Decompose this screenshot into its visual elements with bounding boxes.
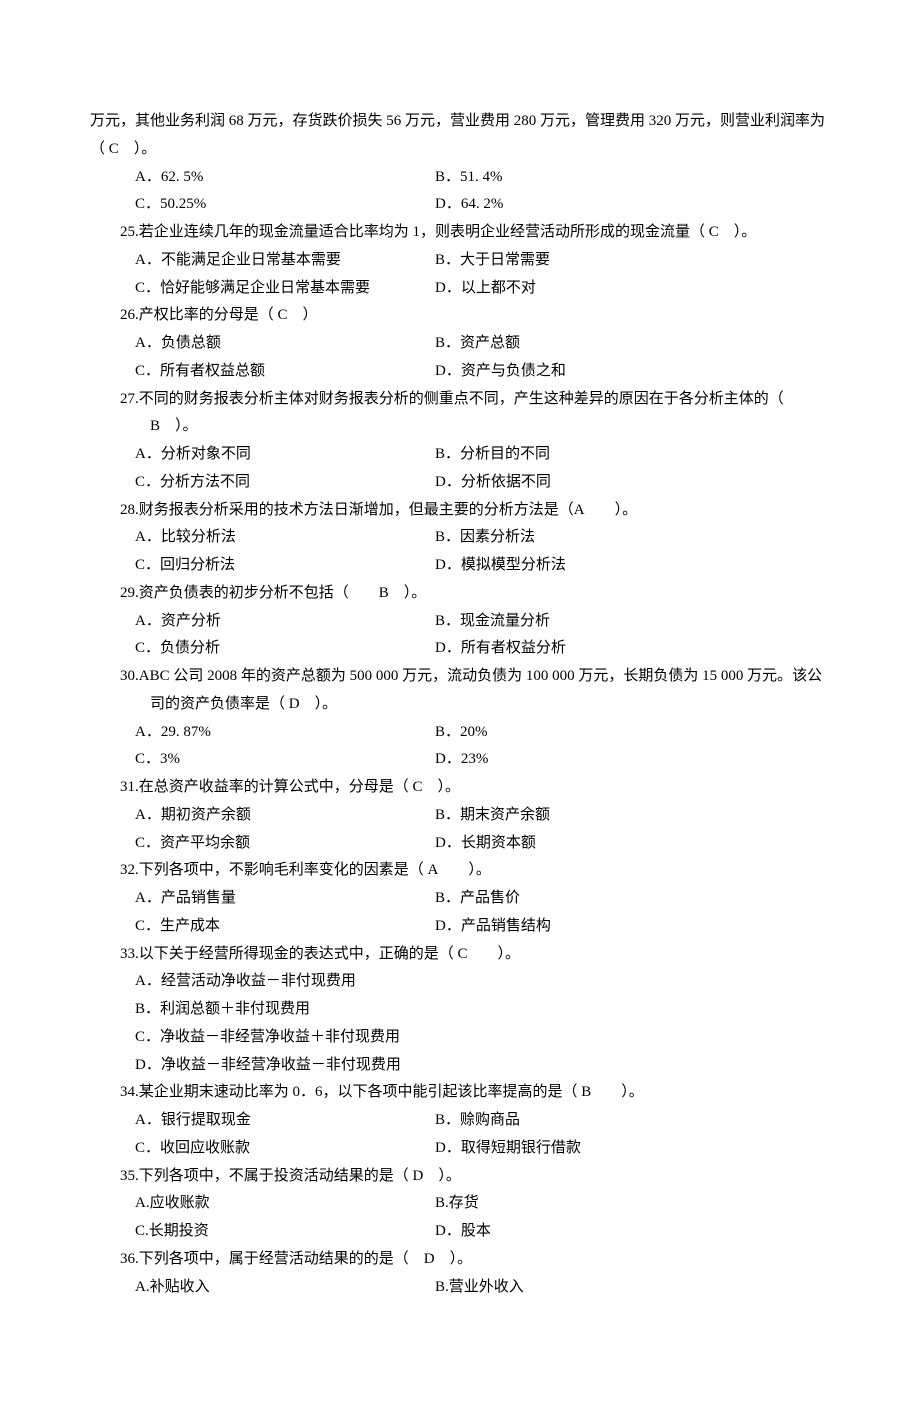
q35-optB: B.存货 <box>435 1190 830 1218</box>
q24-opts-row2: C．50.25% D．64. 2% <box>90 191 830 219</box>
q32-optA: A．产品销售量 <box>135 885 435 913</box>
q31-optA: A．期初资产余额 <box>135 802 435 830</box>
q30-optB: B．20% <box>435 719 830 747</box>
q26-opts-row2: C．所有者权益总额 D．资产与负债之和 <box>90 358 830 386</box>
q30-text: 30.ABC 公司 2008 年的资产总额为 500 000 万元，流动负债为 … <box>120 663 830 719</box>
q30-optA: A．29. 87% <box>135 719 435 747</box>
q28-text: 28.财务报表分析采用的技术方法日渐增加，但最主要的分析方法是（A ）。 <box>90 497 830 525</box>
q25-opts-row2: C．恰好能够满足企业日常基本需要 D．以上都不对 <box>90 275 830 303</box>
q28-opts-row2: C．回归分析法 D．模拟模型分析法 <box>90 552 830 580</box>
q30-optD: D．23% <box>435 746 830 774</box>
q36-opts-row1: A.补贴收入 B.营业外收入 <box>90 1274 830 1302</box>
q32-optC: C．生产成本 <box>135 913 435 941</box>
q25-opts-row1: A．不能满足企业日常基本需要 B．大于日常需要 <box>90 247 830 275</box>
q29-optB: B．现金流量分析 <box>435 608 830 636</box>
q34-optA: A．银行提取现金 <box>135 1107 435 1135</box>
q34-optD: D．取得短期银行借款 <box>435 1135 830 1163</box>
q35-optA: A.应收账款 <box>135 1190 435 1218</box>
q32-opts-row2: C．生产成本 D．产品销售结构 <box>90 913 830 941</box>
q27-text: 27.不同的财务报表分析主体对财务报表分析的侧重点不同，产生这种差异的原因在于各… <box>120 386 830 442</box>
q32-optD: D．产品销售结构 <box>435 913 830 941</box>
q24-optB: B．51. 4% <box>435 164 830 192</box>
q24-preamble: 万元，其他业务利润 68 万元，存货跌价损失 56 万元，营业费用 280 万元… <box>90 108 830 164</box>
q24-optA: A．62. 5% <box>135 164 435 192</box>
q24-optD: D．64. 2% <box>435 191 830 219</box>
q29-optD: D．所有者权益分析 <box>435 635 830 663</box>
q28-optB: B．因素分析法 <box>435 524 830 552</box>
q25-optA: A．不能满足企业日常基本需要 <box>135 247 435 275</box>
q35-optC: C.长期投资 <box>135 1218 435 1246</box>
q28-optD: D．模拟模型分析法 <box>435 552 830 580</box>
q32-opts-row1: A．产品销售量 B．产品售价 <box>90 885 830 913</box>
q34-opts-row1: A．银行提取现金 B．赊购商品 <box>90 1107 830 1135</box>
q35-optD: D．股本 <box>435 1218 830 1246</box>
q35-text: 35.下列各项中，不属于投资活动结果的是（ D ）。 <box>90 1163 830 1191</box>
q28-optA: A．比较分析法 <box>135 524 435 552</box>
q33-optD: D．净收益－非经营净收益－非付现费用 <box>90 1052 830 1080</box>
q36-optA: A.补贴收入 <box>135 1274 435 1302</box>
q36-text: 36.下列各项中，属于经营活动结果的的是（ D ）。 <box>90 1246 830 1274</box>
q26-opts-row1: A．负债总额 B．资产总额 <box>90 330 830 358</box>
q27-opts-row1: A．分析对象不同 B．分析目的不同 <box>90 441 830 469</box>
q25-optD: D．以上都不对 <box>435 275 830 303</box>
q30-opts-row2: C．3% D．23% <box>90 746 830 774</box>
q31-optC: C．资产平均余额 <box>135 830 435 858</box>
page-container: 万元，其他业务利润 68 万元，存货跌价损失 56 万元，营业费用 280 万元… <box>0 0 920 1401</box>
q29-opts-row1: A．资产分析 B．现金流量分析 <box>90 608 830 636</box>
q29-text: 29.资产负债表的初步分析不包括（ B ）。 <box>90 580 830 608</box>
q26-optB: B．资产总额 <box>435 330 830 358</box>
q31-optB: B．期末资产余额 <box>435 802 830 830</box>
q30-optC: C．3% <box>135 746 435 774</box>
q36-optB: B.营业外收入 <box>435 1274 830 1302</box>
q34-optB: B．赊购商品 <box>435 1107 830 1135</box>
q24-opts-row1: A．62. 5% B．51. 4% <box>90 164 830 192</box>
q34-optC: C．收回应收账款 <box>135 1135 435 1163</box>
q26-optA: A．负债总额 <box>135 330 435 358</box>
q35-opts-row2: C.长期投资 D．股本 <box>90 1218 830 1246</box>
q33-optB: B．利润总额＋非付现费用 <box>90 996 830 1024</box>
q31-optD: D．长期资本额 <box>435 830 830 858</box>
q31-opts-row1: A．期初资产余额 B．期末资产余额 <box>90 802 830 830</box>
q26-optC: C．所有者权益总额 <box>135 358 435 386</box>
q33-optA: A．经营活动净收益－非付现费用 <box>90 968 830 996</box>
q35-opts-row1: A.应收账款 B.存货 <box>90 1190 830 1218</box>
q25-text: 25.若企业连续几年的现金流量适合比率均为 1，则表明企业经营活动所形成的现金流… <box>120 219 830 247</box>
q27-opts-row2: C．分析方法不同 D．分析依据不同 <box>90 469 830 497</box>
q32-text: 32.下列各项中，不影响毛利率变化的因素是（ A ）。 <box>90 857 830 885</box>
q30-opts-row1: A．29. 87% B．20% <box>90 719 830 747</box>
q24-optC: C．50.25% <box>135 191 435 219</box>
q27-optD: D．分析依据不同 <box>435 469 830 497</box>
q26-text: 26.产权比率的分母是（ C ） <box>90 302 830 330</box>
q34-opts-row2: C．收回应收账款 D．取得短期银行借款 <box>90 1135 830 1163</box>
q31-text: 31.在总资产收益率的计算公式中，分母是（ C ）。 <box>90 774 830 802</box>
q25-optC: C．恰好能够满足企业日常基本需要 <box>135 275 435 303</box>
q34-text: 34.某企业期末速动比率为 0．6，以下各项中能引起该比率提高的是（ B ）。 <box>90 1079 830 1107</box>
q29-opts-row2: C．负债分析 D．所有者权益分析 <box>90 635 830 663</box>
q28-optC: C．回归分析法 <box>135 552 435 580</box>
q25-optB: B．大于日常需要 <box>435 247 830 275</box>
q27-optA: A．分析对象不同 <box>135 441 435 469</box>
q29-optA: A．资产分析 <box>135 608 435 636</box>
q29-optC: C．负债分析 <box>135 635 435 663</box>
q33-optC: C．净收益－非经营净收益＋非付现费用 <box>90 1024 830 1052</box>
q28-opts-row1: A．比较分析法 B．因素分析法 <box>90 524 830 552</box>
q32-optB: B．产品售价 <box>435 885 830 913</box>
q27-optC: C．分析方法不同 <box>135 469 435 497</box>
q26-optD: D．资产与负债之和 <box>435 358 830 386</box>
q33-text: 33.以下关于经营所得现金的表达式中，正确的是（ C ）。 <box>90 941 830 969</box>
q31-opts-row2: C．资产平均余额 D．长期资本额 <box>90 830 830 858</box>
q27-optB: B．分析目的不同 <box>435 441 830 469</box>
